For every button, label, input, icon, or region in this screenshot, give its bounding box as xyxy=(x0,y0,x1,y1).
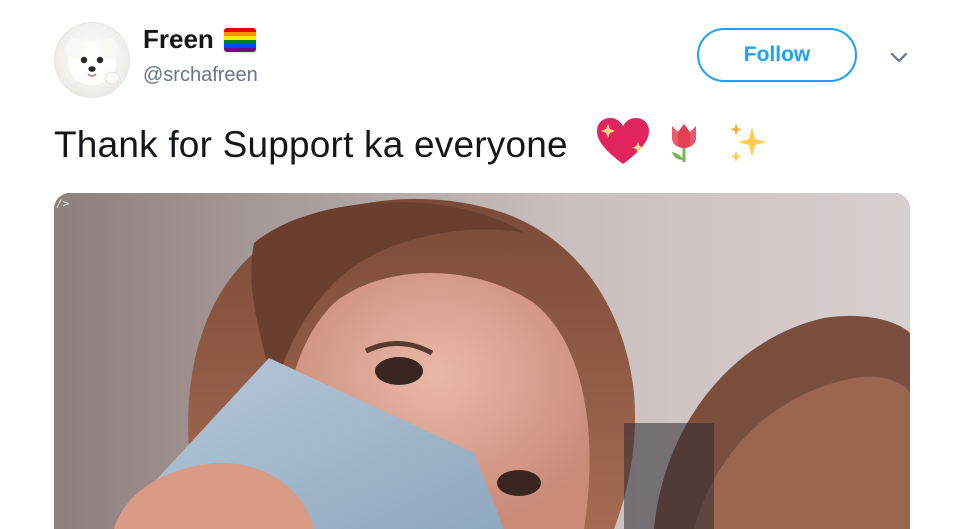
avatar[interactable] xyxy=(54,22,130,98)
sparkles-icon xyxy=(726,117,770,172)
user-handle[interactable]: @srchafreen xyxy=(143,64,258,87)
media-corner-badge: /> xyxy=(56,197,70,210)
tweet-menu-button[interactable] xyxy=(886,44,912,70)
dog-avatar-icon xyxy=(66,38,120,85)
tulip-icon xyxy=(666,116,702,173)
heart-sparkle-icon xyxy=(594,116,652,173)
tweet-body: Thank for Support ka everyone xyxy=(54,116,770,173)
display-name[interactable]: Freen xyxy=(143,24,214,55)
tweet-photo[interactable]: /> xyxy=(54,193,910,529)
tweet-card: Freen @srchafreen Follow Thank for Suppo… xyxy=(0,0,960,529)
follow-button[interactable]: Follow xyxy=(697,28,857,82)
photo-illustration xyxy=(54,193,910,529)
chevron-down-icon xyxy=(890,52,908,63)
rainbow-flag-icon xyxy=(223,27,256,52)
author-row: Freen xyxy=(143,24,256,55)
tweet-text: Thank for Support ka everyone xyxy=(54,123,568,165)
